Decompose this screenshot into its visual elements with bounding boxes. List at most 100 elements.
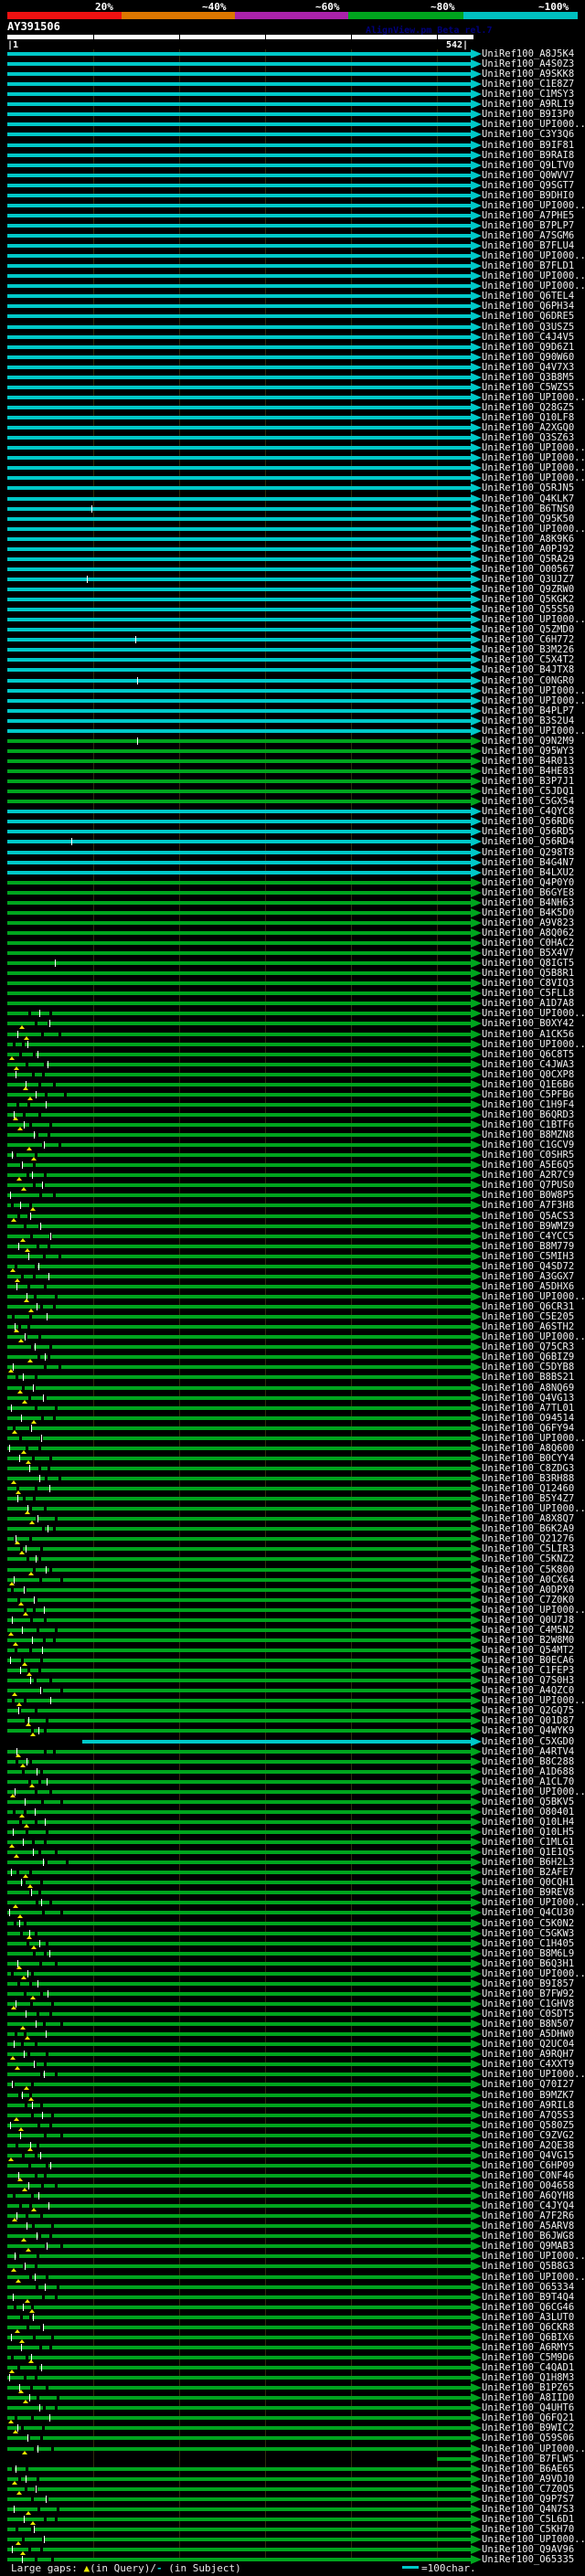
gap-tick bbox=[39, 2404, 40, 2412]
alignment-bar bbox=[7, 517, 471, 521]
gap-notch bbox=[45, 1093, 48, 1097]
arrowhead-icon bbox=[471, 1616, 482, 1625]
alignment-bar bbox=[7, 769, 471, 773]
arrowhead-icon bbox=[471, 1120, 482, 1129]
arrowhead-icon bbox=[471, 655, 482, 664]
arrowhead-icon bbox=[471, 1212, 482, 1221]
gap-notch bbox=[40, 1770, 43, 1774]
ruler-tick bbox=[179, 35, 180, 39]
arrowhead-icon bbox=[471, 625, 482, 634]
gap-notch bbox=[20, 1932, 23, 1935]
alignment-bar bbox=[7, 376, 471, 379]
gap-tick bbox=[43, 2324, 44, 2331]
alignment-bar bbox=[7, 92, 471, 96]
gap-notch bbox=[45, 1477, 48, 1480]
gap-notch bbox=[39, 1962, 42, 1966]
alignment-bar bbox=[7, 1830, 471, 1834]
arrowhead-icon bbox=[471, 665, 482, 674]
gap-notch bbox=[38, 1113, 41, 1117]
gap-notch bbox=[33, 2336, 36, 2339]
gap-notch bbox=[66, 1860, 69, 1864]
gap-notch bbox=[35, 1932, 37, 1935]
gap-tick bbox=[46, 1101, 47, 1108]
alignment-bar bbox=[7, 2184, 471, 2188]
arrowhead-icon bbox=[471, 2040, 482, 2049]
arrowhead-icon bbox=[471, 201, 482, 210]
gap-notch bbox=[20, 2316, 23, 2319]
gap-notch bbox=[38, 1447, 41, 1450]
gap-notch bbox=[14, 2306, 16, 2309]
gap-notch bbox=[42, 2426, 45, 2430]
gap-notch bbox=[39, 1193, 42, 1197]
arrowhead-icon bbox=[471, 645, 482, 654]
arrowhead-icon bbox=[471, 635, 482, 644]
arrowhead-icon bbox=[471, 1666, 482, 1675]
gap-notch bbox=[22, 2538, 25, 2541]
alignment-bar bbox=[7, 2275, 471, 2279]
arrowhead-icon bbox=[471, 191, 482, 200]
alignment-bar bbox=[7, 204, 471, 207]
gap-tick bbox=[44, 1141, 45, 1149]
arrowhead-icon bbox=[471, 747, 482, 756]
arrowhead-icon bbox=[471, 989, 482, 998]
gap-notch bbox=[28, 1012, 31, 1015]
gap-notch bbox=[55, 1962, 58, 1966]
gap-tick bbox=[49, 1020, 50, 1027]
arrowhead-icon bbox=[471, 90, 482, 99]
alignment-bar bbox=[7, 1709, 471, 1712]
gap-notch bbox=[35, 1487, 37, 1490]
gap-notch bbox=[37, 1355, 40, 1359]
arrowhead-icon bbox=[471, 2383, 482, 2392]
arrowhead-icon bbox=[471, 1595, 482, 1605]
arrowhead-icon bbox=[471, 2465, 482, 2474]
arrowhead-icon bbox=[471, 2019, 482, 2029]
gap-notch bbox=[51, 2002, 54, 2006]
alignment-bar bbox=[7, 62, 471, 66]
arrowhead-icon bbox=[471, 2485, 482, 2494]
hit-label[interactable]: UniRef100_O65335 bbox=[482, 2554, 574, 2565]
arrowhead-icon bbox=[471, 2323, 482, 2332]
alignment-bar bbox=[7, 1193, 471, 1197]
gap-tick bbox=[40, 2152, 41, 2159]
arrowhead-icon bbox=[471, 2293, 482, 2302]
arrowhead-icon bbox=[471, 1646, 482, 1655]
alignment-bar bbox=[7, 1891, 471, 1894]
gap-tick bbox=[9, 2374, 10, 2381]
alignment-bar bbox=[7, 1365, 471, 1369]
alignment-bar bbox=[7, 1952, 471, 1956]
gap-notch bbox=[41, 1033, 44, 1036]
alignment-bar bbox=[7, 901, 471, 905]
arrowhead-icon bbox=[471, 2444, 482, 2454]
alignment-bar bbox=[7, 476, 471, 480]
gap-notch bbox=[55, 2518, 58, 2521]
gap-tick bbox=[40, 1223, 41, 1230]
alignment-bar bbox=[7, 851, 471, 854]
gap-notch bbox=[33, 1952, 36, 1956]
gap-tick bbox=[31, 1889, 32, 1896]
gap-tick bbox=[34, 2526, 35, 2533]
alignment-bar bbox=[7, 154, 471, 157]
gap-notch bbox=[16, 2254, 19, 2258]
alignment-bar bbox=[7, 2114, 471, 2117]
gap-notch bbox=[40, 1881, 43, 1884]
alignment-bar bbox=[7, 840, 471, 843]
gap-notch bbox=[60, 1911, 63, 1914]
gap-notch bbox=[43, 2406, 46, 2410]
alignment-bar bbox=[7, 810, 471, 813]
gap-notch bbox=[31, 2497, 34, 2501]
alignment-bar bbox=[7, 1457, 471, 1460]
gap-notch bbox=[37, 2507, 40, 2511]
arrowhead-icon bbox=[471, 1292, 482, 1301]
alignment-bar bbox=[7, 628, 471, 631]
arrowhead-icon bbox=[471, 100, 482, 109]
alignment-bar bbox=[7, 2144, 471, 2147]
arrowhead-icon bbox=[471, 615, 482, 624]
gap-tick bbox=[47, 1313, 48, 1320]
alignment-bar bbox=[7, 1255, 471, 1258]
alignment-bar bbox=[7, 1618, 471, 1622]
alignment-bar bbox=[7, 2336, 471, 2339]
gap-notch bbox=[37, 2124, 40, 2127]
arrowhead-icon bbox=[471, 1424, 482, 1433]
arrowhead-icon bbox=[471, 1554, 482, 1564]
arrowhead-icon bbox=[471, 979, 482, 988]
